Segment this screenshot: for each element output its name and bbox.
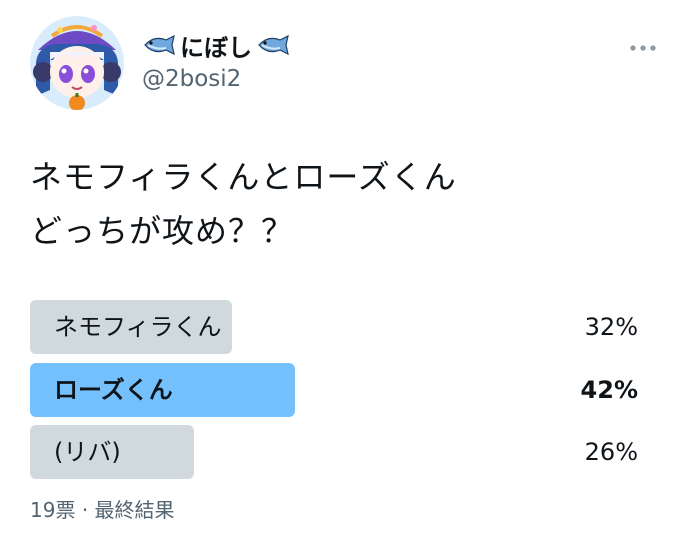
poll-option-percent: 42%: [580, 376, 638, 404]
poll-option-percent: 32%: [584, 313, 638, 341]
poll-vote-count: 19票: [30, 498, 76, 522]
poll-option-label: ローズくん: [54, 376, 173, 404]
display-name-text: にぼし: [180, 33, 252, 62]
avatar[interactable]: [30, 16, 124, 110]
poll-option-label: (リバ): [54, 438, 121, 466]
fish-icon: [142, 34, 176, 56]
poll-status: 最終結果: [94, 498, 175, 522]
poll-meta-separator: ·: [81, 498, 89, 522]
poll-option-rose: ローズくん 42%: [30, 363, 640, 417]
poll-option-nemophila: ネモフィラくん 32%: [30, 300, 640, 354]
tweet-line: ネモフィラくんとローズくん: [30, 158, 457, 196]
anime-witch-avatar: [30, 16, 124, 110]
fish-icon: [256, 34, 290, 56]
poll-option-percent: 26%: [584, 438, 638, 466]
display-name[interactable]: にぼし: [142, 28, 290, 62]
poll-option-label: ネモフィラくん: [54, 313, 222, 341]
poll-meta: 19票 · 最終結果: [30, 494, 175, 526]
user-handle[interactable]: @2bosi2: [142, 66, 241, 92]
poll-option-riba: (リバ) 26%: [30, 425, 640, 479]
more-icon[interactable]: [628, 40, 658, 54]
tweet-text: ネモフィラくんとローズくん どっちが攻め？？: [30, 150, 650, 258]
tweet-line: どっちが攻め？？: [30, 212, 295, 250]
